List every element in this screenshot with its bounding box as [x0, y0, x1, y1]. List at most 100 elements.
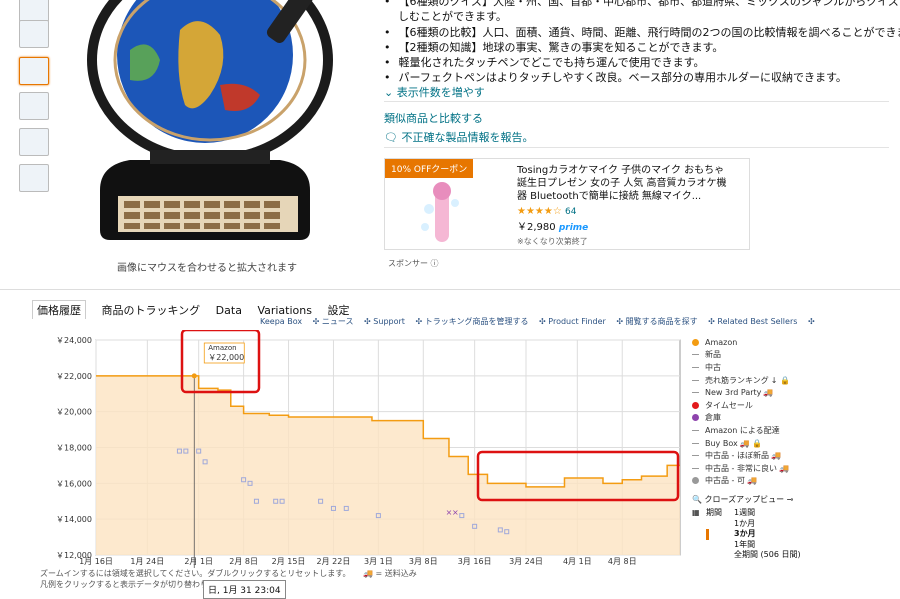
legend-marker — [692, 401, 699, 409]
legend-item[interactable]: 中古 — [692, 361, 790, 374]
legend-item[interactable]: 中古品 - 非常に良い 🚚 — [692, 462, 790, 475]
legend-item[interactable]: Buy Box 🚚 🔒 — [692, 437, 790, 450]
thumbnail[interactable] — [19, 128, 49, 156]
divider — [384, 147, 889, 148]
compare-link[interactable]: 類似商品と比較する — [384, 110, 483, 126]
tooltip-value: ￥22,000 — [208, 353, 244, 362]
report-link[interactable]: 🗨 不正確な製品情報を報告。 — [384, 129, 533, 145]
legend-marker — [692, 338, 699, 346]
bullet-item: 軽量化されたタッチペンでどこでも持ち運んで使用できます。 — [384, 55, 900, 70]
legend-item[interactable]: Amazon — [692, 336, 790, 349]
legend-item[interactable]: 中古品 - ほぼ新品 🚚 — [692, 449, 790, 462]
sublink-find-products[interactable]: ✣ 閲覧する商品を探す — [616, 317, 697, 326]
ad-title-line[interactable]: 器 Bluetoothで簡単に接続 無線マイク... — [517, 190, 747, 203]
comment-icon: 🗨 — [384, 131, 402, 144]
sublink-extra[interactable]: ✣ — [808, 317, 815, 326]
tab-price-history[interactable]: 価格履歴 — [32, 300, 86, 319]
legend-marker — [692, 379, 699, 381]
sublink-product-finder[interactable]: ✣ Product Finder — [539, 317, 606, 326]
legend-suffix: 🚚 🔒 — [739, 438, 763, 448]
legend-label: Amazon — [705, 337, 738, 347]
legend-suffix: 🚚 — [746, 476, 757, 486]
thumbnail[interactable] — [19, 57, 49, 85]
legend-label: 売れ筋ランキング — [705, 375, 769, 385]
bullet-continuation: しむことができます。 — [398, 10, 507, 24]
price-history-chart[interactable]: ￥24,000 ￥22,000 ￥20,000 ￥18,000 ￥16,000 ￥14,0… — [0, 330, 690, 568]
range-label: 期間 — [706, 508, 722, 517]
sublink-manage-tracking[interactable]: ✣ トラッキング商品を管理する — [415, 317, 528, 326]
product-image[interactable] — [70, 0, 340, 258]
x-tick-label: 3月 24日 — [509, 557, 543, 566]
legend-label: タイムセール — [705, 400, 753, 410]
closeup-toggle[interactable]: 🔍 クローズアップビュー ⊸ — [692, 494, 793, 505]
legend-label: 新品 — [705, 350, 721, 360]
hover-point — [191, 373, 197, 379]
legend-item[interactable]: New 3rd Party 🚚 — [692, 386, 790, 399]
tab-data[interactable]: Data — [216, 304, 242, 317]
legend-label: 中古品 - ほぼ新品 — [705, 451, 769, 461]
x-tick-label: 2月 22日 — [317, 557, 351, 566]
hover-date-label: 日, 1月 31 23:04 — [203, 580, 286, 599]
calendar-icon: ▦ — [692, 508, 700, 517]
legend-suffix: 🚚 — [778, 463, 789, 473]
y-tick-label: ￥24,000 — [56, 336, 92, 345]
range-option[interactable]: 3か月 — [706, 529, 801, 540]
warehouse-point: × — [452, 508, 459, 517]
search-icon: 🔍 — [692, 495, 702, 504]
ad-title-line[interactable]: 誕生日プレゼン 女の子 人気 高音質カラオケ機 — [517, 177, 747, 190]
coupon-badge: 10% OFFクーポン — [385, 159, 474, 178]
x-tick-label: 2月 8日 — [229, 557, 258, 566]
chart-legend: Amazon 新品 中古 売れ筋ランキング ↓ 🔒 New 3rd Party 🚚 タイムセー… — [692, 336, 790, 487]
sublink-news[interactable]: ✣ ニュース — [313, 317, 354, 326]
x-tick-label: 2月 1日 — [184, 557, 213, 566]
tab-tracking[interactable]: 商品のトラッキング — [102, 302, 201, 318]
y-tick-label: ￥22,000 — [56, 372, 92, 381]
legend-label: Buy Box — [705, 438, 738, 448]
section-divider — [0, 289, 900, 290]
rating-row[interactable]: ★★★★☆ 64 — [517, 205, 747, 219]
sponsored-ad-card[interactable]: 10% OFFクーポン Tosingカラオケマイク 子供のマイク おもちゃ 誕生… — [384, 158, 750, 250]
shipping-note: 🚚 = 送料込み — [363, 569, 417, 578]
legend-item[interactable]: タイムセール — [692, 399, 790, 412]
thumbnail[interactable] — [19, 20, 49, 48]
y-tick-label: ￥16,000 — [56, 479, 92, 488]
ad-price: ￥2,980 — [517, 222, 556, 233]
info-icon[interactable]: ⓘ — [431, 259, 439, 268]
legend-item[interactable]: 売れ筋ランキング ↓ 🔒 — [692, 374, 790, 387]
y-tick-label: ￥18,000 — [56, 444, 92, 453]
show-more-link[interactable]: ⌄ 表示件数を増やす — [384, 84, 485, 100]
thumbnail[interactable] — [19, 164, 49, 192]
range-option[interactable]: 1年間 — [706, 540, 801, 551]
legend-marker — [692, 429, 699, 431]
thumbnail[interactable] — [19, 92, 49, 120]
sublink-related-best-sellers[interactable]: ✣ Related Best Sellers — [708, 317, 797, 326]
feature-bullets: 【6種類のクイズ】大陸・州、国、首都・中心都市、都市、都道府県、ミックスのジャン… — [384, 0, 900, 86]
thumbnail[interactable] — [19, 0, 49, 22]
x-tick-label: 1月 24日 — [130, 557, 164, 566]
legend-item[interactable]: Amazon による配達 — [692, 424, 790, 437]
ad-title-line[interactable]: Tosingカラオケマイク 子供のマイク おもちゃ — [517, 164, 747, 177]
tooltip-label: Amazon — [208, 344, 236, 352]
range-selector: ▦ 期間 1週間 1か月 3か月 1年間 全期間 (506 日間) — [692, 508, 801, 561]
prime-badge: prime — [558, 223, 589, 233]
range-option[interactable]: 1か月 — [706, 519, 801, 530]
legend-label: Amazon による配達 — [705, 425, 780, 435]
x-tick-label: 3月 16日 — [458, 557, 492, 566]
legend-item[interactable]: 中古品 - 可 🚚 — [692, 475, 790, 488]
legend-marker — [692, 455, 699, 457]
stock-note: ※なくなり次第終了 — [517, 237, 588, 246]
legend-marker — [692, 442, 699, 444]
legend-marker — [692, 414, 699, 422]
y-tick-label: ￥14,000 — [56, 515, 92, 524]
sublink-support[interactable]: ✣ Support — [364, 317, 405, 326]
range-option[interactable]: 全期間 (506 日間) — [706, 550, 801, 561]
zoom-hint: ズームインするには領域を選択してください。ダブルクリックするとリセットします。 — [40, 569, 351, 578]
legend-item[interactable]: 倉庫 — [692, 412, 790, 425]
sublink-keepa-box[interactable]: Keepa Box — [260, 317, 302, 326]
image-caption: 画像にマウスを合わせると拡大されます — [117, 263, 297, 274]
x-tick-label: 4月 8日 — [608, 557, 637, 566]
chevron-down-icon: ⌄ — [384, 86, 397, 99]
x-tick-label: 3月 8日 — [409, 557, 438, 566]
x-tick-label: 3月 1日 — [364, 557, 393, 566]
legend-item[interactable]: 新品 — [692, 349, 790, 362]
